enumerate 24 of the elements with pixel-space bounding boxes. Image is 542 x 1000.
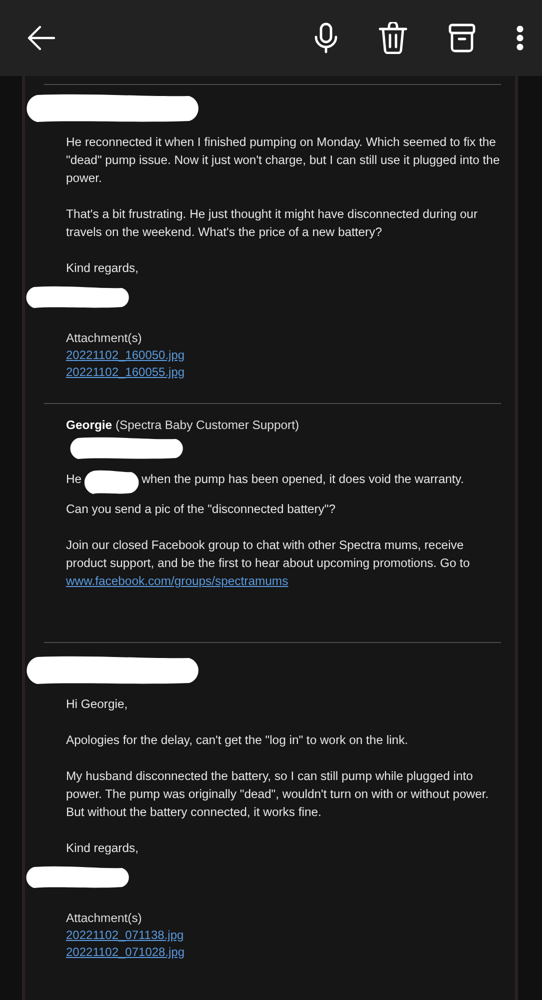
more-options-icon xyxy=(516,25,524,51)
attachment-link[interactable]: 20221102_160050.jpg xyxy=(66,347,501,364)
attachment-link[interactable]: 20221102_071028.jpg xyxy=(66,944,501,961)
message-text: Apologies for the delay, can't get the "log in" to work on the link. xyxy=(66,732,410,749)
attachments-label: Attachment(s) xyxy=(66,330,143,347)
microphone-icon xyxy=(314,22,338,54)
message-text: Can you send a pic of the "disconnected battery"? xyxy=(66,501,336,518)
back-icon xyxy=(26,24,56,52)
message-text: Hi Georgie, xyxy=(66,696,129,713)
message-text: Join our closed Facebook group to chat with other Spectra mums, receive product support, and be the first to hear about upcoming promotions. Go to www.facebook.com/groups/spectramums xyxy=(66,537,471,590)
link[interactable]: www.facebook.com/groups/spectramums xyxy=(66,574,288,588)
message-text: He xyxy=(66,471,82,488)
archive-box-icon xyxy=(448,23,476,53)
trash-icon xyxy=(378,22,408,54)
attachment-link[interactable]: 20221102_071138.jpg xyxy=(66,927,501,944)
attachments-label: Attachment(s) xyxy=(66,910,143,927)
message-text: Kind regards, xyxy=(66,260,140,277)
sender-name: Georgie (Spectra Baby Customer Support) xyxy=(66,417,300,434)
message-text: when the pump has been opened, it does void the warranty. xyxy=(142,471,464,488)
message-text: Kind regards, xyxy=(66,840,140,857)
message-text: My husband disconnected the battery, so I can still pump while plugged into power. The pump was originally "dead", wouldn't turn on with or without power. But without the battery connected, it works fine. xyxy=(66,768,490,821)
message-text: He reconnected it when I finished pumping on Monday. Which seemed to fix the "dead" pump issue. Now it just won't charge, but I can still use it plugged into the power. xyxy=(66,134,501,187)
message-text: That's a bit frustrating. He just thought it might have disconnected during our travels on the weekend. What's the price of a new battery? xyxy=(66,206,479,241)
attachment-link[interactable]: 20221102_160055.jpg xyxy=(66,364,501,381)
